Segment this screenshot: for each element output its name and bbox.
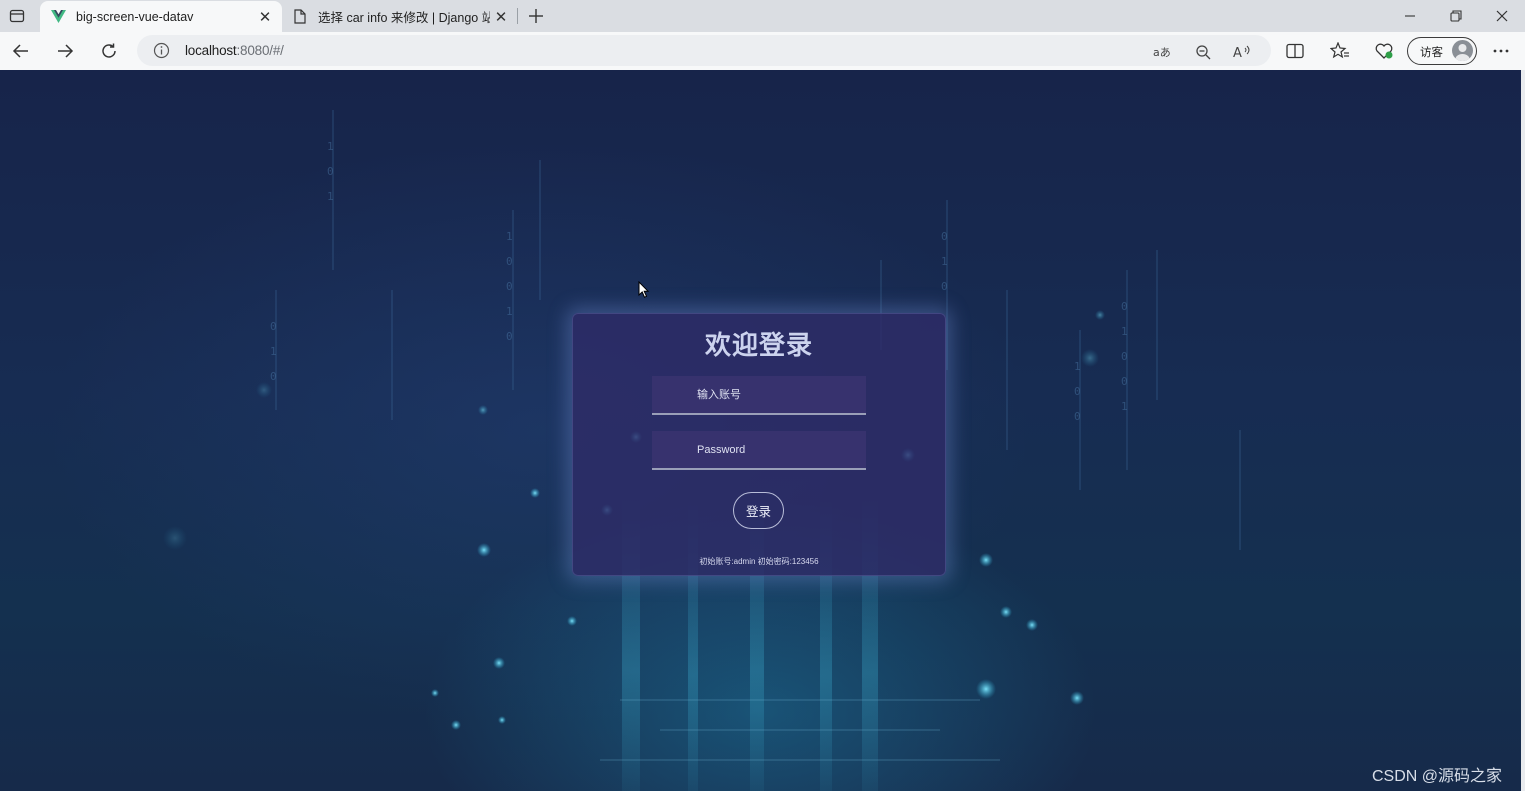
svg-text:A: A [1233, 46, 1242, 60]
svg-text:1: 1 [506, 230, 513, 243]
svg-text:0: 0 [941, 230, 948, 243]
login-button[interactable]: 登录 [733, 492, 784, 529]
url-text[interactable]: localhost:8080/#/ [185, 43, 284, 58]
svg-text:0: 0 [270, 320, 277, 333]
svg-text:0: 0 [270, 370, 277, 383]
refresh-icon[interactable] [95, 37, 123, 65]
url-host: localhost [185, 43, 237, 58]
forward-icon[interactable] [51, 37, 79, 65]
zoom-out-icon[interactable] [1194, 43, 1212, 61]
close-window-icon[interactable] [1482, 3, 1522, 29]
username-input[interactable] [652, 376, 866, 413]
minimize-icon[interactable] [1390, 3, 1430, 29]
default-credentials-hint: 初始账号:admin 初始密码:123456 [699, 557, 819, 566]
svg-text:1: 1 [327, 190, 334, 203]
svg-text:0: 0 [506, 280, 513, 293]
browser-essentials-icon[interactable] [1374, 41, 1394, 61]
page-scrollbar[interactable] [1521, 70, 1525, 791]
browser-tab-strip: big-screen-vue-datav ✕ 选择 car info 来修改 |… [0, 0, 1525, 32]
page-icon [292, 9, 308, 25]
mouse-cursor-icon [638, 281, 650, 298]
svg-text:1: 1 [1074, 360, 1081, 373]
browser-toolbar: localhost:8080/#/ aあ A 访客 [0, 32, 1525, 70]
page-viewport: 1 0 0 1 0 0 1 0 0 1 1 0 0 0 1 0 1 0 1 0 1 0 欢迎登录 输入账号 登录… [0, 70, 1521, 791]
login-card: 欢迎登录 登录 初始账号:admin 初始密码:123456 [572, 313, 946, 576]
tab-close-icon[interactable]: ✕ [490, 6, 512, 28]
svg-text:1: 1 [327, 140, 334, 153]
address-bar[interactable]: localhost:8080/#/ aあ A [137, 35, 1271, 66]
username-field [652, 376, 866, 415]
svg-text:1: 1 [1121, 325, 1128, 338]
svg-text:0: 0 [1121, 300, 1128, 313]
profile-label: 访客 [1420, 47, 1443, 59]
tab-django-admin[interactable]: 选择 car info 来修改 | Django 站点管理 ✕ [282, 1, 518, 32]
split-screen-icon[interactable] [1285, 41, 1305, 61]
tab-title: big-screen-vue-datav [76, 9, 194, 24]
profile-button[interactable]: 访客 [1407, 37, 1477, 65]
svg-text:0: 0 [1121, 350, 1128, 363]
svg-text:0: 0 [327, 165, 334, 178]
tab-big-screen[interactable]: big-screen-vue-datav ✕ [40, 1, 282, 32]
back-icon[interactable] [7, 37, 35, 65]
tab-actions-icon[interactable] [6, 5, 28, 27]
watermark: CSDN @源码之家 [1372, 768, 1503, 785]
avatar [1452, 40, 1473, 61]
svg-text:0: 0 [1074, 410, 1081, 423]
svg-text:aあ: aあ [1153, 46, 1171, 59]
tab-separator [517, 8, 518, 24]
tab-title: 选择 car info 来修改 | Django 站点管理 [318, 11, 490, 25]
more-options-icon[interactable] [1491, 41, 1511, 61]
read-aloud-icon[interactable]: A [1233, 43, 1251, 61]
svg-text:0: 0 [506, 255, 513, 268]
svg-text:1: 1 [270, 345, 277, 358]
login-title: 欢迎登录 [704, 330, 813, 360]
favorites-icon[interactable] [1330, 41, 1350, 61]
svg-text:0: 0 [941, 280, 948, 293]
svg-text:1: 1 [506, 305, 513, 318]
restore-icon[interactable] [1436, 3, 1476, 29]
translate-icon[interactable]: aあ [1153, 43, 1171, 61]
password-input[interactable] [652, 431, 866, 468]
new-tab-icon[interactable] [524, 4, 548, 28]
svg-text:0: 0 [1074, 385, 1081, 398]
vue-logo-icon [50, 9, 66, 25]
svg-text:0: 0 [1121, 375, 1128, 388]
svg-text:1: 1 [1121, 400, 1128, 413]
password-field [652, 431, 866, 470]
tab-close-icon[interactable]: ✕ [254, 6, 276, 28]
svg-text:0: 0 [506, 330, 513, 343]
url-rest: :8080/#/ [236, 43, 284, 58]
site-info-icon[interactable] [153, 42, 170, 59]
svg-text:1: 1 [941, 255, 948, 268]
